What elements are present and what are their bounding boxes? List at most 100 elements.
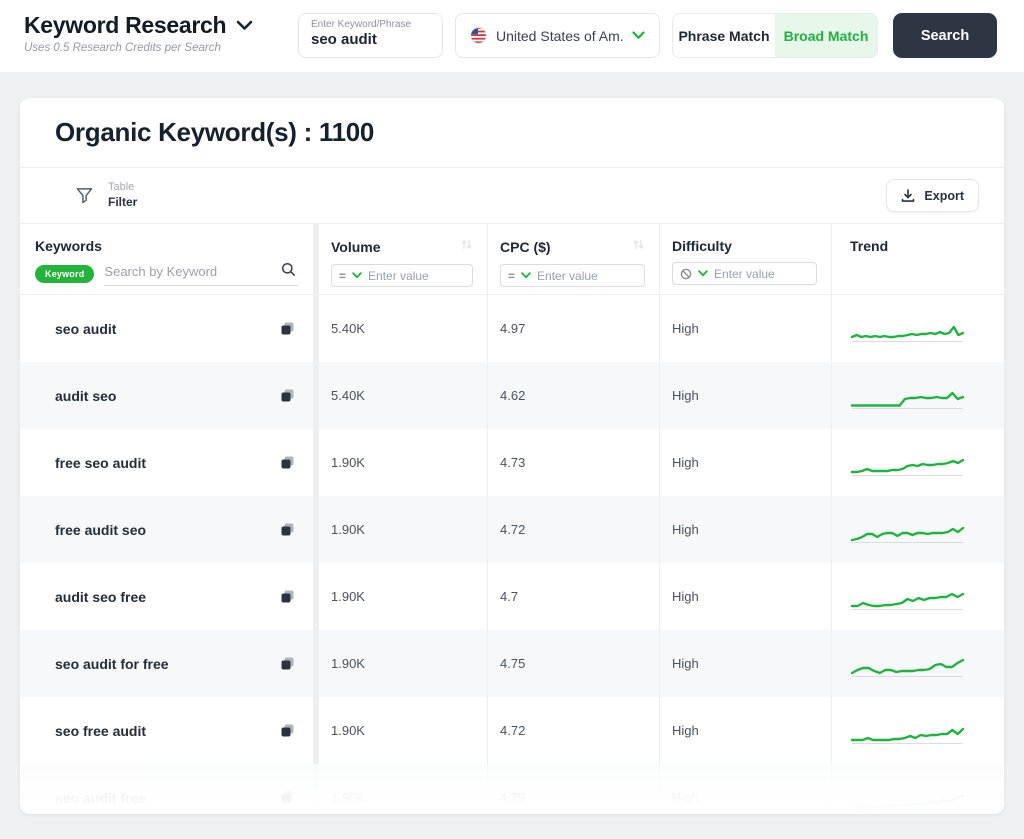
keyword-text: seo free audit	[55, 723, 146, 739]
us-flag-icon	[470, 27, 487, 44]
trend-sparkline	[850, 649, 965, 679]
volume-value: 5.40K	[319, 362, 487, 429]
trend-cell	[831, 429, 1004, 496]
keyword-text: seo audit free	[55, 790, 146, 806]
keyword-search	[104, 261, 298, 286]
page-title: Keyword Research	[24, 12, 226, 39]
search-button[interactable]: Search	[893, 13, 997, 58]
difficulty-value: High	[659, 697, 831, 764]
copy-icon[interactable]	[280, 455, 295, 470]
match-type-toggle: Phrase Match Broad Match	[672, 13, 878, 58]
difficulty-value: High	[659, 764, 831, 814]
copy-icon[interactable]	[280, 522, 295, 537]
chevron-down-icon[interactable]	[521, 272, 531, 279]
phrase-match-tab[interactable]: Phrase Match	[673, 14, 775, 57]
chevron-down-icon[interactable]	[236, 20, 253, 31]
search-icon[interactable]	[281, 262, 296, 282]
table-row[interactable]: free audit seo 1.90K 4.72 High	[20, 496, 1004, 563]
chevron-down-icon[interactable]	[352, 272, 362, 279]
column-cpc: CPC ($) =	[487, 224, 659, 294]
cpc-value: 4.75	[487, 630, 659, 697]
trend-cell	[831, 496, 1004, 563]
keyword-text: seo audit	[55, 321, 116, 337]
keyword-text: audit seo	[55, 388, 116, 404]
table-row[interactable]: audit seo 5.40K 4.62 High	[20, 362, 1004, 429]
cpc-value: 4.79	[487, 764, 659, 814]
trend-sparkline	[850, 515, 965, 545]
copy-icon[interactable]	[280, 723, 295, 738]
difficulty-filter	[672, 262, 817, 285]
difficulty-filter-input[interactable]	[714, 267, 809, 281]
panel-title: Organic Keyword(s) : 1100	[55, 117, 374, 148]
keyword-text: free seo audit	[55, 455, 146, 471]
keyword-text: audit seo free	[55, 589, 146, 605]
export-label: Export	[924, 189, 964, 203]
equals-operator-icon[interactable]: =	[508, 269, 515, 283]
trend-header-label: Trend	[850, 238, 888, 254]
copy-icon[interactable]	[280, 656, 295, 671]
keyword-input-value[interactable]: seo audit	[311, 31, 430, 48]
copy-icon[interactable]	[280, 589, 295, 604]
copy-icon[interactable]	[280, 790, 295, 805]
country-select-value: United States of Am...	[496, 28, 623, 44]
volume-value: 1.90K	[319, 563, 487, 630]
trend-sparkline	[850, 381, 965, 411]
table-filter-label-top: Table	[108, 181, 137, 195]
difficulty-value: High	[659, 630, 831, 697]
keyword-input-box[interactable]: Enter Keyword/Phrase seo audit	[298, 13, 443, 58]
chevron-down-icon[interactable]	[698, 270, 708, 277]
difficulty-value: High	[659, 295, 831, 362]
volume-value: 1.90K	[319, 764, 487, 814]
table-row[interactable]: seo audit free 1.90K 4.79 High	[20, 764, 1004, 814]
column-difficulty: Difficulty	[659, 224, 831, 294]
cpc-value: 4.72	[487, 697, 659, 764]
cpc-value: 4.73	[487, 429, 659, 496]
table-row[interactable]: seo audit for free 1.90K 4.75 High	[20, 630, 1004, 697]
trend-cell	[831, 295, 1004, 362]
top-bar: Keyword Research Uses 0.5 Research Credi…	[0, 0, 1024, 72]
column-trend: Trend	[831, 224, 1004, 294]
trend-sparkline	[850, 716, 965, 746]
trend-sparkline	[850, 448, 965, 478]
volume-value: 1.90K	[319, 429, 487, 496]
cpc-header-label: CPC ($)	[500, 239, 551, 255]
table-row[interactable]: free seo audit 1.90K 4.73 High	[20, 429, 1004, 496]
sort-icon[interactable]	[632, 238, 645, 256]
table-row[interactable]: seo audit 5.40K 4.97 High	[20, 295, 1004, 362]
cpc-value: 4.97	[487, 295, 659, 362]
volume-value: 5.40K	[319, 295, 487, 362]
keyword-pill-badge: Keyword	[35, 265, 94, 283]
cpc-filter-input[interactable]	[537, 269, 637, 283]
cpc-value: 4.72	[487, 496, 659, 563]
copy-icon[interactable]	[280, 321, 295, 336]
no-filter-operator-icon[interactable]	[680, 268, 692, 280]
chevron-down-icon[interactable]	[632, 31, 645, 40]
equals-operator-icon[interactable]: =	[339, 269, 346, 283]
volume-value: 1.90K	[319, 496, 487, 563]
country-select[interactable]: United States of Am...	[455, 13, 660, 58]
table-row[interactable]: audit seo free 1.90K 4.7 High	[20, 563, 1004, 630]
difficulty-value: High	[659, 429, 831, 496]
app-brand: Keyword Research Uses 0.5 Research Credi…	[24, 12, 253, 54]
trend-cell	[831, 563, 1004, 630]
table-header: Keywords Keyword Volume =	[20, 224, 1004, 295]
trend-cell	[831, 764, 1004, 814]
trend-cell	[831, 362, 1004, 429]
volume-filter-input[interactable]	[368, 269, 465, 283]
cpc-filter: =	[500, 264, 645, 287]
table-filter-button[interactable]: Table Filter	[75, 181, 137, 210]
keywords-header-label: Keywords	[35, 238, 298, 254]
volume-header-label: Volume	[331, 239, 381, 255]
table-row[interactable]: seo free audit 1.90K 4.72 High	[20, 697, 1004, 764]
trend-sparkline	[850, 314, 965, 344]
cpc-value: 4.62	[487, 362, 659, 429]
broad-match-tab[interactable]: Broad Match	[775, 14, 877, 57]
sort-icon[interactable]	[460, 238, 473, 256]
keyword-search-input[interactable]	[104, 261, 298, 286]
trend-cell	[831, 697, 1004, 764]
keyword-input-label: Enter Keyword/Phrase	[311, 19, 430, 30]
difficulty-header-label: Difficulty	[672, 238, 732, 254]
copy-icon[interactable]	[280, 388, 295, 403]
export-button[interactable]: Export	[886, 179, 979, 212]
cpc-value: 4.7	[487, 563, 659, 630]
